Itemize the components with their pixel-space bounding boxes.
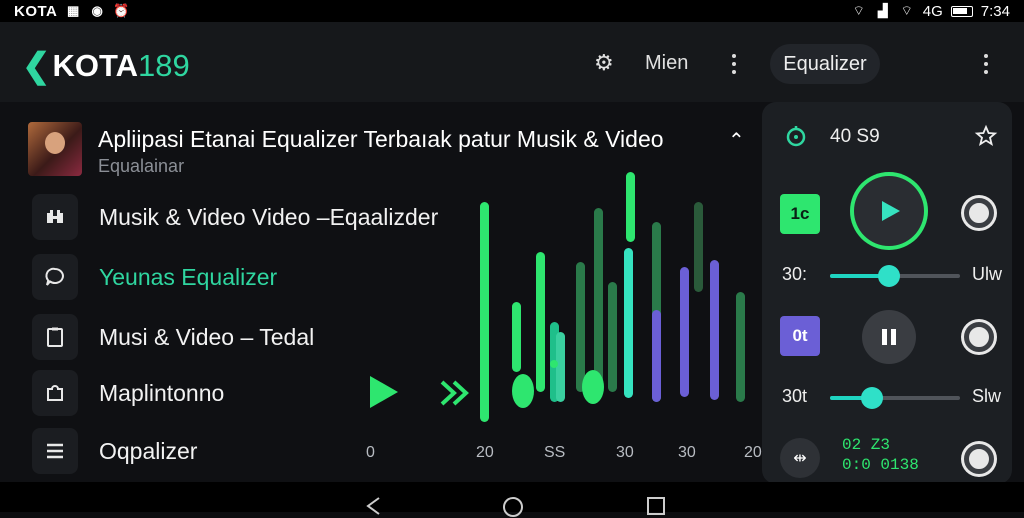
battery-icon	[950, 5, 973, 17]
back-icon[interactable]	[364, 496, 384, 516]
equalizer-panel: 40 S9 1c 30: Ulw 0t 30t Slw ⇹ 02 Z3 0:0 …	[762, 102, 1012, 484]
equalizer-bar	[536, 252, 545, 392]
main-content: Apliipasi Etanai Equalizer Terbaıak patu…	[0, 102, 1024, 484]
axis-label: 20	[744, 444, 762, 461]
equalizer-bar	[626, 172, 635, 242]
slider-right-label: Ulw	[972, 264, 1002, 284]
puzzle-icon	[32, 370, 78, 416]
axis-label: 20	[476, 444, 494, 461]
equalizer-bar	[608, 282, 617, 392]
list-item[interactable]: Musi & Video – Tedal	[32, 314, 314, 360]
gear-icon[interactable]	[964, 444, 994, 474]
grid-icon: ▦	[66, 3, 80, 18]
axis-label: 0	[366, 444, 375, 461]
equalizer-bar	[594, 208, 603, 394]
clock-icon: ⏰	[113, 3, 131, 18]
list-item-label: Oqpalizer	[99, 437, 198, 464]
preset-square-green[interactable]: 1c	[780, 194, 820, 234]
gear-icon[interactable]	[964, 322, 994, 352]
axis-label: 30	[616, 444, 634, 461]
link-icon: ⇹	[793, 450, 807, 467]
readout-top: 02 Z3	[842, 436, 891, 454]
equalizer-blob	[550, 360, 558, 368]
pause-button[interactable]	[862, 310, 916, 364]
refresh-icon[interactable]	[784, 124, 808, 148]
equalizer-bar	[576, 262, 585, 392]
chevron-up-icon[interactable]: ⌃	[728, 128, 745, 153]
alarm-icon: ◉	[91, 3, 104, 18]
slider-knob[interactable]	[860, 387, 883, 409]
play-icon	[882, 201, 900, 221]
equalizer-bar	[652, 310, 661, 402]
status-bar: KOTA ▦ ◉ ⏰ ⌔ ▟ ⌔ 4G 7:34	[0, 0, 1024, 22]
slider-left-label: 30t	[782, 386, 808, 406]
clock-time: 7:34	[980, 2, 1010, 20]
avatar	[28, 122, 82, 176]
play-arrow-icon	[370, 376, 398, 408]
preset-label: 0t	[792, 326, 808, 345]
wifi-icon: ⌔	[852, 3, 865, 18]
home-icon[interactable]	[502, 496, 524, 518]
list-item-label: Musi & Video – Tedal	[99, 323, 315, 350]
preset-label: 1c	[790, 204, 810, 223]
brand-number: 189	[138, 48, 190, 83]
equalizer-bar	[556, 332, 565, 402]
equalizer-tab[interactable]: Equalizer	[770, 44, 880, 84]
equalizer-bar	[694, 202, 703, 292]
play-button[interactable]	[850, 172, 928, 250]
page-title: Apliipasi Etanai Equalizer Terbaıak patu…	[98, 126, 664, 152]
list-item-label: Yeunas Equalizer	[99, 263, 278, 290]
pause-icon	[882, 329, 896, 345]
axis-label: 30	[678, 444, 696, 461]
slider-right-label: Slw	[972, 386, 1002, 406]
page-subtitle: Equalainar	[98, 156, 185, 176]
equalizer-bar	[480, 202, 489, 422]
preset-square-purple[interactable]: 0t	[780, 316, 820, 356]
binoculars-icon	[32, 194, 78, 240]
list-item[interactable]: Yeunas Equalizer	[32, 254, 277, 300]
band-slider-2[interactable]	[830, 387, 960, 409]
cellular-icon: ▟	[877, 3, 888, 18]
list-item-label: Maplintonno	[99, 379, 225, 406]
equalizer-blob	[582, 370, 604, 404]
system-nav-bar	[0, 482, 1024, 517]
back-chevron-icon: ❮	[22, 47, 51, 85]
panel-value: 40 S9	[830, 126, 880, 147]
equalizer-blob	[512, 374, 534, 408]
list-item[interactable]: Maplintonno	[32, 370, 224, 416]
star-icon[interactable]	[974, 124, 998, 148]
settings-icon[interactable]: ⚙	[594, 50, 614, 76]
equalizer-visualizer: 0 20 SS 30 30 20	[360, 162, 762, 482]
slider-knob[interactable]	[877, 265, 900, 287]
equalizer-tab-label: Equalizer	[783, 52, 867, 75]
equalizer-bar	[710, 260, 719, 400]
fast-forward-icon	[440, 380, 469, 406]
menu-icon	[32, 428, 78, 474]
list-item[interactable]: Oqpalizer	[32, 428, 197, 474]
brand-logo[interactable]: ❮ KOTA 189	[22, 46, 190, 86]
more-icon[interactable]	[731, 54, 737, 74]
band-slider-1[interactable]	[830, 265, 960, 287]
brand-text: KOTA	[52, 48, 139, 83]
axis-label: SS	[544, 444, 566, 461]
wifi2-icon: ⌔	[900, 3, 913, 18]
overflow-menu-icon[interactable]	[983, 54, 989, 74]
slider-left-label: 30:	[782, 264, 808, 284]
network-type: 4G	[922, 2, 943, 20]
clipboard-icon	[32, 314, 78, 360]
equalizer-bar	[736, 292, 745, 402]
equalizer-bar	[624, 248, 633, 398]
equalizer-bar	[512, 302, 521, 372]
gear-icon[interactable]	[964, 198, 994, 228]
recents-icon[interactable]	[646, 496, 666, 516]
carrier-label: KOTA	[14, 2, 58, 20]
link-button[interactable]: ⇹	[780, 438, 820, 478]
app-bar: ❮ KOTA 189 ⚙ Mien Equalizer	[0, 22, 1024, 102]
equalizer-bar	[680, 267, 689, 397]
chat-bubble-icon	[32, 254, 78, 300]
menu-label[interactable]: Mien	[645, 52, 688, 75]
readout-bottom: 0:0 0138	[842, 456, 919, 474]
